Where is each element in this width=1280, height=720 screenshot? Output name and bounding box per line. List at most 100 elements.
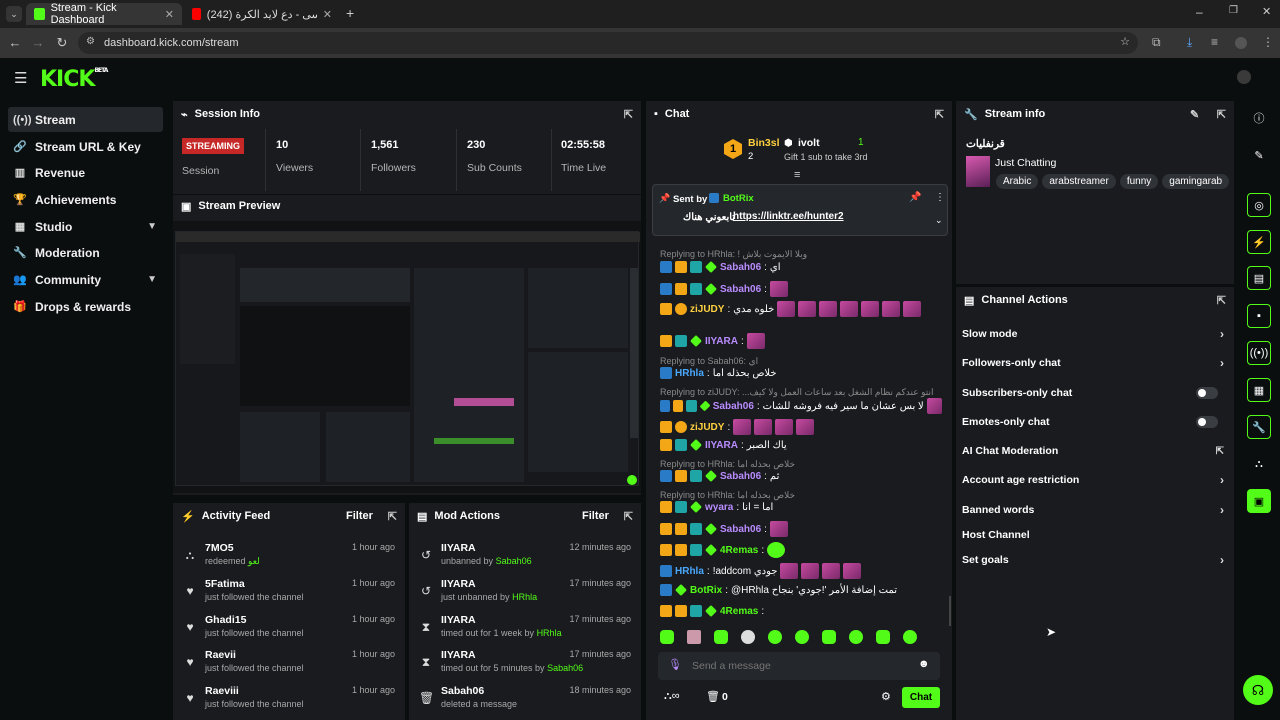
subscribers-only-toggle[interactable]: [1196, 387, 1218, 399]
chat-username[interactable]: HRhla: [675, 368, 704, 379]
action-banned-words[interactable]: Banned words ›: [962, 500, 1224, 520]
top-gifter-name[interactable]: Bin3sl: [748, 137, 780, 149]
tab-search-button[interactable]: ⌄: [6, 6, 22, 22]
microphone-icon[interactable]: 🎙: [668, 658, 682, 671]
category-name[interactable]: Just Chatting: [995, 157, 1056, 169]
chat-username[interactable]: BotRix: [690, 585, 722, 596]
subs-icon[interactable]: 🗑: [706, 690, 720, 703]
chat-username[interactable]: Sabah06: [720, 471, 761, 482]
sidebar-item-drops-rewards[interactable]: 🎁 Drops & rewards: [8, 294, 163, 319]
sidebar-item-studio[interactable]: ▦ Studio ▼: [8, 214, 163, 239]
popout-icon[interactable]: ⇱: [1217, 108, 1226, 121]
tag[interactable]: Arabic: [996, 174, 1039, 189]
filter-button[interactable]: Filter: [346, 510, 373, 522]
filter-lines-icon[interactable]: ≡: [794, 169, 800, 181]
emote-button[interactable]: [660, 630, 674, 644]
emotes-only-toggle[interactable]: [1196, 416, 1218, 428]
chat-username[interactable]: ziJUDY: [690, 304, 724, 315]
category-thumbnail[interactable]: [966, 156, 990, 187]
url-field[interactable]: ⚙ dashboard.kick.com/stream ☆: [78, 32, 1138, 54]
filter-button[interactable]: Filter: [582, 510, 609, 522]
user-avatar[interactable]: [1237, 70, 1251, 84]
chat-username[interactable]: Sabah06: [720, 524, 761, 535]
edit-pencil-icon[interactable]: ✎: [1190, 108, 1199, 121]
emote-button[interactable]: [741, 630, 755, 644]
download-icon[interactable]: ⤓: [1187, 35, 1192, 50]
chat-username[interactable]: 4Remas: [720, 545, 758, 556]
emote-button[interactable]: [687, 630, 701, 644]
support-chat-icon[interactable]: ☊: [1243, 675, 1273, 705]
add-widget-icon[interactable]: ▣: [1247, 489, 1271, 513]
sidebar-item-stream[interactable]: ((•)) Stream: [8, 107, 163, 132]
gift-sub-text[interactable]: Gift 1 sub to take 3rd: [784, 152, 868, 162]
emote-button[interactable]: [768, 630, 782, 644]
chat-username[interactable]: Sabah06: [720, 284, 761, 295]
sidebar-item-achievements[interactable]: 🏆 Achievements: [8, 187, 163, 212]
pinned-link[interactable]: https://linktr.ee/hunter2: [733, 211, 844, 222]
menu-kebab-icon[interactable]: ⋮: [1262, 35, 1274, 49]
second-gifter-name[interactable]: ivolt: [798, 137, 820, 149]
emote-button[interactable]: [822, 630, 836, 644]
wrench-icon[interactable]: 🔧: [1247, 415, 1271, 439]
chat-username[interactable]: ziJUDY: [690, 422, 724, 433]
broadcast-icon[interactable]: ((•)): [1247, 341, 1271, 365]
emoji-picker-icon[interactable]: ☻: [918, 658, 930, 670]
chat-username[interactable]: 4Remas: [720, 606, 758, 617]
tag[interactable]: arabstreamer: [1042, 174, 1116, 189]
message-input[interactable]: [692, 657, 892, 675]
action-account-age[interactable]: Account age restriction ›: [962, 470, 1224, 490]
chat-bubble-icon[interactable]: ▪: [1247, 304, 1271, 328]
forward-icon[interactable]: →: [30, 35, 46, 50]
action-followers-only[interactable]: Followers-only chat ›: [962, 353, 1224, 373]
back-icon[interactable]: ←: [7, 35, 23, 50]
extensions-icon[interactable]: ⧉: [1152, 35, 1161, 50]
close-tab-icon[interactable]: ✕: [165, 8, 174, 21]
tab-kick-dashboard[interactable]: Stream - Kick Dashboard ✕: [26, 2, 182, 26]
chat-settings-icon[interactable]: ⚙: [881, 690, 891, 703]
edit-pencil-icon[interactable]: ✎: [1247, 143, 1271, 167]
clip-icon[interactable]: ◎: [1247, 193, 1271, 217]
action-host-channel[interactable]: Host Channel: [962, 525, 1224, 545]
sidebar-item-revenue[interactable]: ▥ Revenue: [8, 160, 163, 185]
sidebar-item-moderation[interactable]: 🔧 Moderation: [8, 240, 163, 265]
hamburger-menu-icon[interactable]: ☰: [14, 69, 27, 87]
points-icon[interactable]: ⛬: [1247, 452, 1271, 476]
popout-icon[interactable]: ⇱: [624, 510, 633, 523]
bookmark-star-icon[interactable]: ☆: [1120, 35, 1130, 48]
action-set-goals[interactable]: Set goals ›: [962, 550, 1224, 570]
reload-icon[interactable]: ↻: [54, 35, 70, 51]
chat-username[interactable]: IIYARA: [705, 440, 738, 451]
pinned-user[interactable]: BotRix: [723, 193, 754, 204]
kick-logo[interactable]: KICKBETA: [40, 67, 108, 92]
chat-username[interactable]: Sabah06: [720, 262, 761, 273]
sidebar-item-community[interactable]: 👥 Community ▼: [8, 267, 163, 292]
emote-button[interactable]: [849, 630, 863, 644]
layout-icon[interactable]: ▦: [1247, 378, 1271, 402]
popout-icon[interactable]: ⇱: [935, 108, 944, 121]
action-ai-moderation[interactable]: AI Chat Moderation ⇱: [962, 441, 1224, 461]
action-slow-mode[interactable]: Slow mode ›: [962, 324, 1224, 344]
unpin-icon[interactable]: 📌: [909, 192, 921, 203]
lightning-icon[interactable]: ⚡: [1247, 230, 1271, 254]
popout-icon[interactable]: ⇱: [388, 510, 397, 523]
chat-send-button[interactable]: Chat: [902, 687, 940, 708]
more-options-icon[interactable]: ⋮: [935, 192, 945, 203]
chat-username[interactable]: Sabah06: [713, 401, 754, 412]
sidebar-item-stream-url-key[interactable]: 🔗 Stream URL & Key: [8, 134, 163, 159]
emote-button[interactable]: [876, 630, 890, 644]
media-icon[interactable]: ≡: [1211, 35, 1218, 49]
popout-icon[interactable]: ⇱: [624, 108, 633, 121]
notes-icon[interactable]: ▤: [1247, 266, 1271, 290]
emote-button[interactable]: [903, 630, 917, 644]
chat-username[interactable]: HRhla: [675, 566, 704, 577]
popout-icon[interactable]: ⇱: [1217, 294, 1226, 307]
tab-youtube[interactable]: (242) عمر العيسى - دع لايد الكرة... ✕: [184, 3, 340, 25]
new-tab-button[interactable]: +: [346, 5, 354, 21]
maximize-icon[interactable]: ❐: [1229, 5, 1238, 16]
expand-chevron-icon[interactable]: ⌄: [935, 215, 943, 226]
chat-username[interactable]: wyara: [705, 502, 733, 513]
close-tab-icon[interactable]: ✕: [323, 8, 332, 21]
site-info-icon[interactable]: ⚙: [86, 36, 95, 47]
profile-avatar[interactable]: [1235, 37, 1247, 49]
tag[interactable]: gamingarab: [1162, 174, 1230, 189]
